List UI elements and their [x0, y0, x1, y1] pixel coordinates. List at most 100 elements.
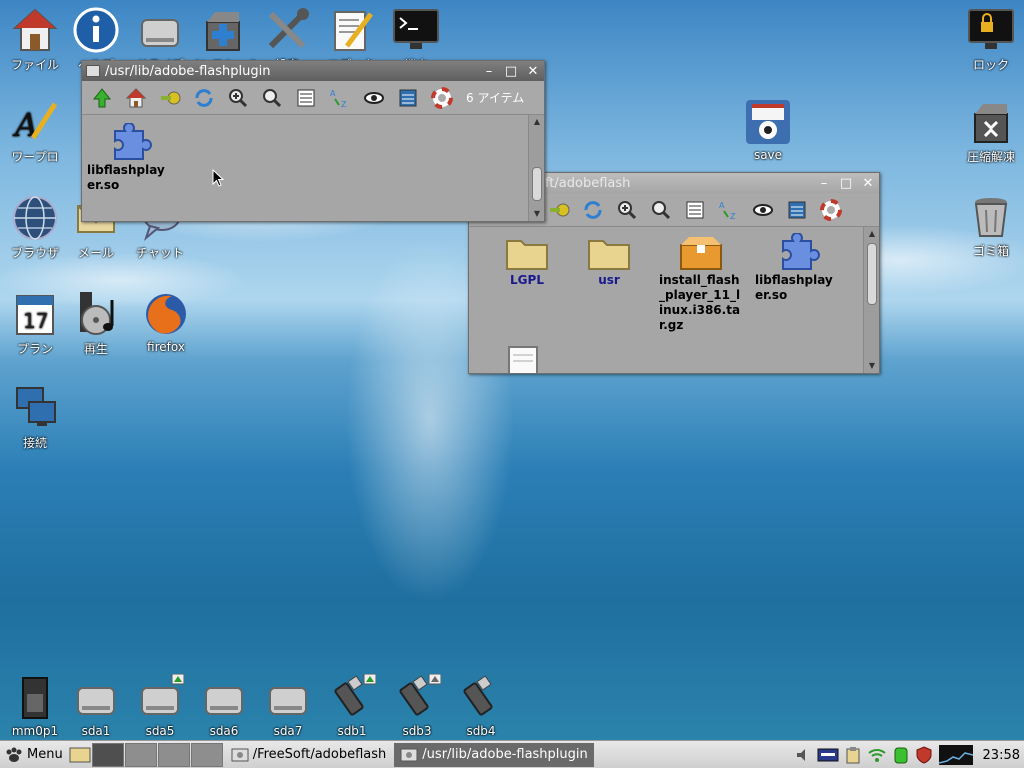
file-list[interactable]: LGPL usr install_flash _player_11_l inux…: [469, 227, 879, 373]
desktop-icon-trash[interactable]: ゴミ箱: [956, 192, 1024, 259]
clock: 23:58: [982, 747, 1020, 763]
clipboard-icon[interactable]: [845, 746, 861, 764]
usb-drive-icon: [399, 674, 441, 716]
zoom-in-icon[interactable]: [224, 84, 252, 112]
drive-icon-mm0p1[interactable]: mm0p1: [0, 674, 70, 738]
minimize-button[interactable]: –: [478, 64, 500, 79]
scrollbar-thumb[interactable]: [532, 167, 542, 201]
scroll-up-arrow[interactable]: ▲: [867, 229, 877, 239]
start-menu-button[interactable]: Menu: [0, 742, 69, 768]
show-hidden-eye-icon[interactable]: [749, 196, 777, 224]
sort-icon[interactable]: AZ: [326, 84, 354, 112]
wifi-icon[interactable]: [867, 746, 887, 764]
battery-drive-icon[interactable]: [893, 746, 909, 764]
workspace-3[interactable]: [157, 742, 190, 767]
taskbar-task-adobe-flashplugin[interactable]: /usr/lib/adobe-flashplugin: [394, 742, 594, 767]
volume-icon[interactable]: [795, 747, 811, 763]
scroll-up-arrow[interactable]: ▲: [532, 117, 542, 127]
file-manager-icon: [400, 748, 418, 761]
save-icon: [746, 100, 790, 144]
hard-drive-icon: [141, 674, 184, 715]
desktop-icon-firefox[interactable]: firefox: [131, 290, 201, 354]
word-processor-icon: A: [12, 102, 58, 144]
desktop-icon-media-player[interactable]: 再生: [61, 290, 131, 357]
firewall-shield-icon[interactable]: [915, 746, 933, 764]
file-item-document[interactable]: [499, 343, 591, 373]
desktop-icon-word-processor[interactable]: A ワープロ: [0, 98, 70, 165]
drive-icon-sda1[interactable]: sda1: [61, 674, 131, 738]
desktop-icon-connect[interactable]: 接続: [0, 384, 70, 451]
package-install-icon: [206, 12, 240, 51]
home-icon[interactable]: [122, 84, 150, 112]
maximize-button[interactable]: □: [500, 64, 522, 79]
close-button[interactable]: ✕: [522, 64, 544, 79]
archive-package-icon: [680, 237, 722, 270]
vertical-scrollbar[interactable]: ▲ ▼: [528, 115, 544, 221]
list-view-icon[interactable]: [292, 84, 320, 112]
file-item-folder[interactable]: usr: [563, 233, 655, 288]
window-app-icon: [86, 65, 100, 77]
home-folder-icon: [12, 8, 58, 51]
drive-icon-sda6[interactable]: sda6: [189, 674, 259, 738]
puzzle-plugin-icon: [782, 233, 820, 270]
desktop-icon-calendar[interactable]: 17 プラン: [0, 290, 70, 357]
zoom-fit-icon[interactable]: [647, 196, 675, 224]
keyboard-input-icon[interactable]: [817, 748, 839, 762]
globe-icon: [13, 196, 57, 240]
help-lifebuoy-icon[interactable]: [428, 84, 456, 112]
drive-icon-sdb3[interactable]: sdb3: [382, 674, 452, 738]
zoom-in-icon[interactable]: [613, 196, 641, 224]
media-player-icon: [80, 292, 114, 335]
desktop-icon-files[interactable]: ファイル: [0, 6, 70, 73]
file-item-plugin[interactable]: libflashplay er.so: [87, 123, 179, 193]
minimize-button[interactable]: –: [813, 176, 835, 191]
file-list[interactable]: libflashplay er.so ▲ ▼: [82, 115, 544, 221]
close-button[interactable]: ✕: [857, 176, 879, 191]
svg-text:Z: Z: [341, 100, 347, 109]
drive-icon-sda7[interactable]: sda7: [253, 674, 323, 738]
paw-logo-icon: [6, 747, 22, 762]
details-view-icon[interactable]: [394, 84, 422, 112]
workspace-2[interactable]: [124, 742, 157, 767]
show-desktop-icon[interactable]: [69, 746, 91, 764]
window-titlebar[interactable]: /usr/lib/adobe-flashplugin – □ ✕: [82, 61, 544, 81]
puzzle-plugin-icon: [114, 123, 152, 160]
desktop-icon-browser[interactable]: ブラウザ: [0, 194, 70, 261]
zoom-fit-icon[interactable]: [258, 84, 286, 112]
taskbar-task-freesoft[interactable]: /FreeSoft/adobeflash: [225, 743, 393, 767]
drive-icon-sda5[interactable]: sda5: [125, 674, 195, 738]
lock-screen-icon: [968, 9, 1014, 49]
hard-drive-icon: [205, 687, 243, 715]
desktop-icon-lock[interactable]: ロック: [956, 6, 1024, 73]
drive-icon-sdb4[interactable]: sdb4: [446, 674, 516, 738]
refresh-icon[interactable]: [190, 84, 218, 112]
scroll-down-arrow[interactable]: ▼: [867, 361, 877, 371]
file-item-folder[interactable]: LGPL: [481, 233, 573, 288]
file-item-archive[interactable]: install_flash _player_11_l inux.i386.ta …: [659, 233, 751, 333]
file-window-adobe-flashplugin[interactable]: /usr/lib/adobe-flashplugin – □ ✕ AZ 6 アイ…: [81, 60, 545, 222]
scrollbar-thumb[interactable]: [867, 243, 877, 305]
window-title: /usr/lib/adobe-flashplugin: [105, 63, 271, 79]
desktop-icon-archive[interactable]: 圧縮解凍: [956, 98, 1024, 165]
show-hidden-eye-icon[interactable]: [360, 84, 388, 112]
scroll-down-arrow[interactable]: ▼: [532, 209, 542, 219]
desktop-icon-save[interactable]: save: [733, 98, 803, 162]
workspace-4[interactable]: [190, 742, 223, 767]
file-item-plugin[interactable]: libflashplay er.so: [755, 233, 847, 303]
list-view-icon[interactable]: [681, 196, 709, 224]
drive-icon-sdb1[interactable]: sdb1: [317, 674, 387, 738]
text-editor-icon: [334, 11, 373, 51]
refresh-icon[interactable]: [579, 196, 607, 224]
network-connect-icon: [16, 387, 56, 426]
maximize-button[interactable]: □: [835, 176, 857, 191]
usb-drive-icon: [334, 674, 376, 716]
bookmark-key-icon[interactable]: [156, 84, 184, 112]
vertical-scrollbar[interactable]: ▲ ▼: [863, 227, 879, 373]
workspace-1[interactable]: [91, 742, 124, 767]
bookmark-key-icon[interactable]: [545, 196, 573, 224]
details-view-icon[interactable]: [783, 196, 811, 224]
tools-icon: [268, 8, 309, 49]
help-lifebuoy-icon[interactable]: [817, 196, 845, 224]
sort-icon[interactable]: AZ: [715, 196, 743, 224]
go-up-icon[interactable]: [88, 84, 116, 112]
